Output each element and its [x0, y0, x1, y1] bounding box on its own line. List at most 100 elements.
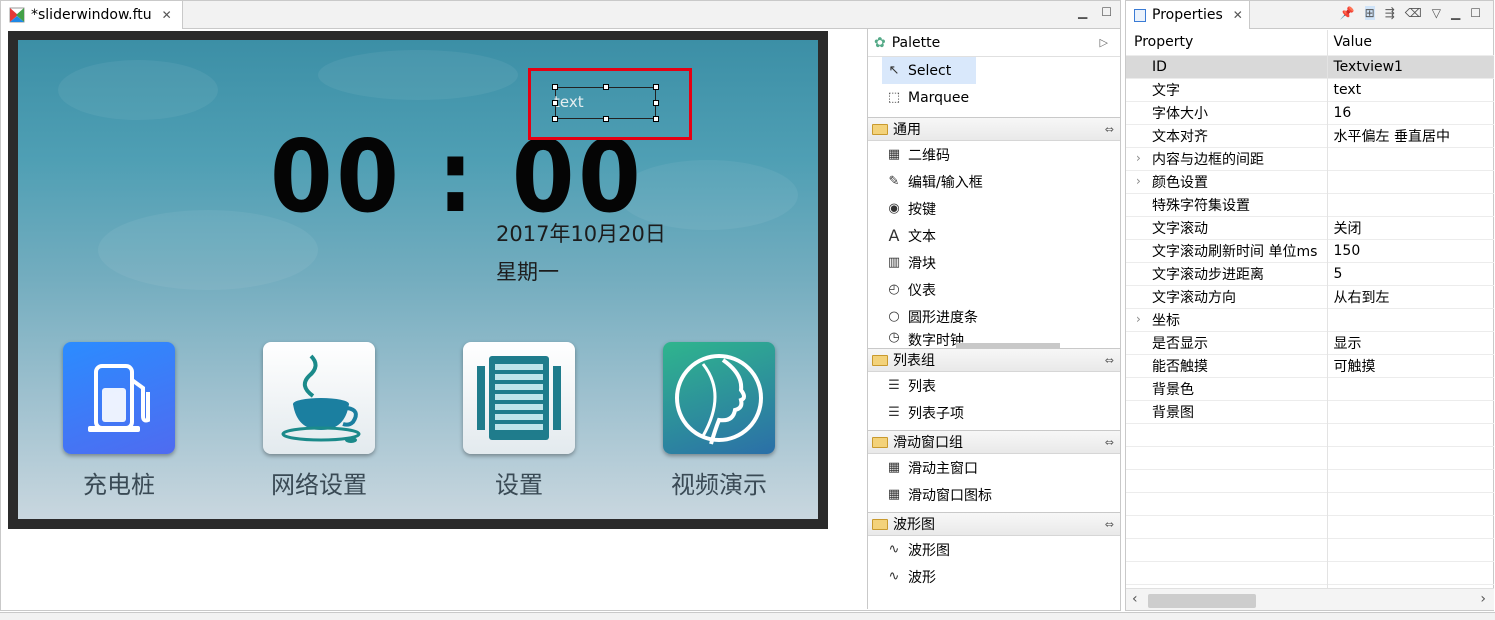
palette-item-gauge[interactable]: ◴ 仪表	[868, 276, 1120, 303]
palette-header[interactable]: ✿ Palette ▷	[868, 29, 1120, 57]
video-demo-icon[interactable]	[663, 342, 775, 454]
close-icon[interactable]: ✕	[162, 8, 172, 22]
expand-chevron-icon[interactable]: ›	[1136, 174, 1141, 188]
expand-chevron-icon[interactable]: ›	[1136, 151, 1141, 165]
property-value[interactable]: 从右到左	[1327, 285, 1494, 309]
resize-handle[interactable]	[603, 84, 609, 90]
property-value[interactable]	[1327, 193, 1494, 217]
minimize-icon[interactable]: ▁	[1451, 6, 1460, 20]
restore-default-icon[interactable]: ⌫	[1405, 6, 1422, 20]
drawer-general[interactable]: 通用 ⇔	[868, 117, 1120, 141]
pin-icon[interactable]: ⇔	[1105, 354, 1114, 367]
property-row[interactable]: ID Textview1	[1126, 55, 1494, 79]
properties-tab[interactable]: Properties ✕	[1126, 1, 1250, 29]
palette-item-list-item[interactable]: ☰ 列表子项	[868, 399, 1120, 426]
editor-tab[interactable]: *sliderwindow.ftu ✕	[1, 1, 183, 29]
property-value[interactable]: 关闭	[1327, 216, 1494, 240]
property-value[interactable]: 显示	[1327, 331, 1494, 355]
property-value[interactable]: 16	[1327, 101, 1494, 125]
palette-tool-select[interactable]: ↖ Select	[882, 57, 976, 84]
palette-item-waveform-chart[interactable]: ∿ 波形图	[868, 536, 1120, 563]
pin-icon[interactable]: ⇔	[1105, 123, 1114, 136]
palette-item-button[interactable]: ◉ 按键	[868, 195, 1120, 222]
property-row[interactable]: 特殊字符集设置	[1126, 193, 1494, 217]
palette-item-slide-window-icon[interactable]: ▦ 滑动窗口图标	[868, 481, 1120, 508]
property-value[interactable]: 水平偏左 垂直居中	[1327, 124, 1494, 148]
scroll-right-icon[interactable]: ›	[1480, 591, 1486, 607]
resize-handle[interactable]	[552, 84, 558, 90]
property-row[interactable]: 能否触摸 可触摸	[1126, 354, 1494, 378]
palette-item-qrcode[interactable]: ▦ 二维码	[868, 141, 1120, 168]
property-row[interactable]: 字体大小 16	[1126, 101, 1494, 125]
pin-view-icon[interactable]: 📌	[1340, 6, 1355, 20]
folder-icon	[872, 436, 888, 448]
palette-tool-marquee[interactable]: ⬚ Marquee	[868, 84, 1120, 111]
coffee-cup-icon[interactable]	[263, 342, 375, 454]
drawer-list-group[interactable]: 列表组 ⇔	[868, 348, 1120, 372]
show-advanced-icon[interactable]: ⇶	[1385, 6, 1395, 20]
property-row[interactable]: 文字滚动步进距离 5	[1126, 262, 1494, 286]
charging-pile-icon[interactable]	[63, 342, 175, 454]
palette-item-waveform[interactable]: ∿ 波形	[868, 563, 1120, 590]
property-value[interactable]: Textview1	[1327, 55, 1494, 79]
palette-item-text[interactable]: A 文本	[868, 222, 1120, 249]
property-value[interactable]	[1327, 377, 1494, 401]
device-display[interactable]: 00 : 00 2017年10月20日 星期一 text 充电桩 网络设置 设置…	[18, 40, 818, 519]
settings-grid-icon[interactable]	[463, 342, 575, 454]
resize-handle[interactable]	[653, 100, 659, 106]
property-row[interactable]: 是否显示 显示	[1126, 331, 1494, 355]
resize-handle[interactable]	[552, 100, 558, 106]
expand-chevron-icon[interactable]: ›	[1136, 312, 1141, 326]
palette-item-slide-main-window[interactable]: ▦ 滑动主窗口	[868, 454, 1120, 481]
textview-widget[interactable]: text	[552, 84, 659, 122]
column-header-value[interactable]: Value	[1327, 30, 1494, 56]
property-value[interactable]: 5	[1327, 262, 1494, 286]
column-divider[interactable]	[1327, 30, 1328, 590]
drawer-slide-window-group[interactable]: 滑动窗口组 ⇔	[868, 430, 1120, 454]
resize-handle[interactable]	[653, 116, 659, 122]
pin-icon[interactable]: ⇔	[1105, 436, 1114, 449]
horizontal-scrollbar[interactable]: ‹ ›	[1126, 588, 1494, 610]
property-value[interactable]: 可触摸	[1327, 354, 1494, 378]
show-categories-icon[interactable]: ⊞	[1364, 6, 1375, 20]
pin-icon[interactable]: ⇔	[1105, 518, 1114, 531]
property-row[interactable]: 文字 text	[1126, 78, 1494, 102]
palette-item-circle-progress[interactable]: ○ 圆形进度条	[868, 303, 1120, 330]
property-value[interactable]	[1327, 147, 1494, 171]
resize-handle[interactable]	[552, 116, 558, 122]
property-value[interactable]	[1327, 308, 1494, 332]
property-row[interactable]: 文字滚动刷新时间 单位ms 150	[1126, 239, 1494, 263]
drawer-waveform[interactable]: 波形图 ⇔	[868, 512, 1120, 536]
palette-item-label: 仪表	[908, 282, 936, 299]
resize-handle[interactable]	[603, 116, 609, 122]
property-row[interactable]: 文本对齐 水平偏左 垂直居中	[1126, 124, 1494, 148]
property-row[interactable]: 背景图	[1126, 400, 1494, 424]
palette-item-digital-clock[interactable]: ◷ 数字时钟	[868, 330, 1120, 348]
maximize-icon[interactable]: ☐	[1470, 6, 1481, 20]
empty-cell	[1327, 561, 1494, 585]
scrollbar-thumb[interactable]	[1148, 594, 1256, 608]
property-row[interactable]: 文字滚动方向 从右到左	[1126, 285, 1494, 309]
palette-item-edittext[interactable]: ✎ 编辑/输入框	[868, 168, 1120, 195]
minimize-icon[interactable]: ▁	[1078, 5, 1087, 19]
property-value[interactable]	[1327, 400, 1494, 424]
property-value[interactable]: text	[1327, 78, 1494, 102]
close-icon[interactable]: ✕	[1233, 8, 1243, 22]
view-menu-icon[interactable]: ▽	[1432, 6, 1441, 20]
collapse-arrow-icon[interactable]: ▷	[1100, 36, 1108, 49]
property-row[interactable]: 文字滚动 关闭	[1126, 216, 1494, 240]
palette-item-list[interactable]: ☰ 列表	[868, 372, 1120, 399]
maximize-icon[interactable]: ☐	[1101, 5, 1112, 19]
property-row[interactable]: › 坐标	[1126, 308, 1494, 332]
scroll-left-icon[interactable]: ‹	[1132, 591, 1138, 607]
column-header-property[interactable]: Property	[1126, 30, 1328, 56]
property-value[interactable]	[1327, 170, 1494, 194]
weekday-text[interactable]: 星期一	[496, 256, 559, 286]
property-value[interactable]: 150	[1327, 239, 1494, 263]
resize-handle[interactable]	[653, 84, 659, 90]
property-row[interactable]: 背景色	[1126, 377, 1494, 401]
date-text[interactable]: 2017年10月20日	[496, 218, 666, 248]
palette-item-slider[interactable]: ▥ 滑块	[868, 249, 1120, 276]
property-row[interactable]: › 内容与边框的间距	[1126, 147, 1494, 171]
property-row[interactable]: › 颜色设置	[1126, 170, 1494, 194]
